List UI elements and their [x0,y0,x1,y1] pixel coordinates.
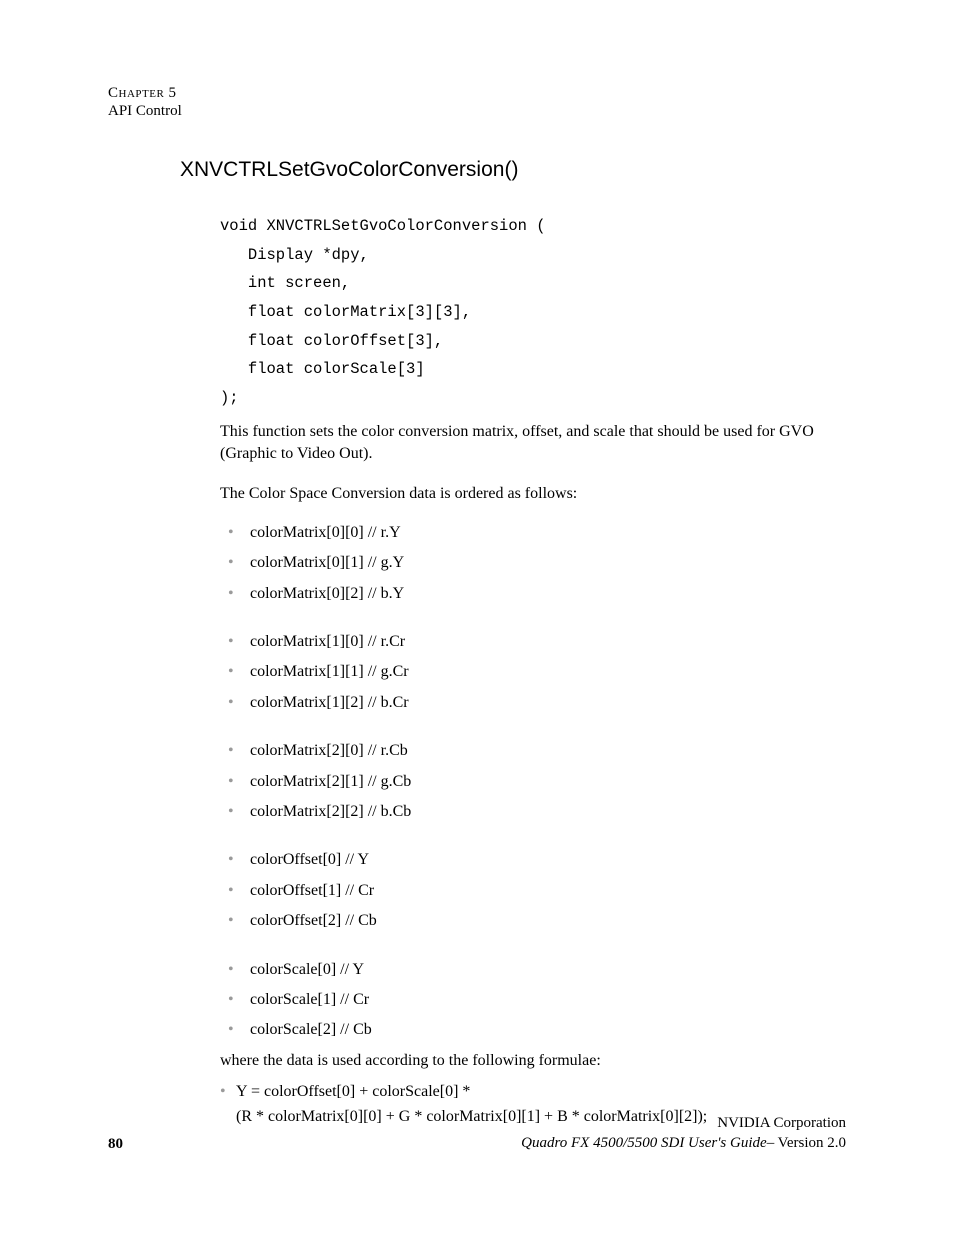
bullet-group-2: colorMatrix[2][0] // r.Cb colorMatrix[2]… [220,742,850,821]
list-item: colorScale[2] // Cb [220,1021,850,1039]
list-item: colorMatrix[0][2] // b.Y [220,585,850,603]
gap [180,615,850,633]
list-item: colorMatrix[1][2] // b.Cr [220,694,850,712]
bullet-group-1: colorMatrix[1][0] // r.Cr colorMatrix[1]… [220,633,850,712]
gap [180,724,850,742]
bullet-group-3: colorOffset[0] // Y colorOffset[1] // Cr… [220,851,850,930]
list-item: colorOffset[0] // Y [220,851,850,869]
chapter-label: Chapter 5 [108,84,182,102]
section-title: XNVCTRLSetGvoColorConversion() [180,158,850,182]
list-item: colorScale[1] // Cr [220,991,850,1009]
list-item: colorMatrix[2][0] // r.Cb [220,742,850,760]
where-text: where the data is used according to the … [220,1052,850,1070]
page-number: 80 [108,1136,123,1152]
list-item: colorMatrix[2][1] // g.Cb [220,773,850,791]
paragraph-2: The Color Space Conversion data is order… [220,483,850,505]
footer: 80 NVIDIA Corporation Quadro FX 4500/550… [108,1136,846,1153]
list-item: colorMatrix[2][2] // b.Cb [220,803,850,821]
footer-right: NVIDIA Corporation Quadro FX 4500/5500 S… [521,1114,846,1153]
code-block: void XNVCTRLSetGvoColorConversion ( Disp… [220,212,850,413]
bullet-group-0: colorMatrix[0][0] // r.Y colorMatrix[0][… [220,524,850,603]
page: Chapter 5 API Control XNVCTRLSetGvoColor… [0,0,954,1235]
paragraph-1: This function sets the color conversion … [220,421,850,466]
list-item: colorScale[0] // Y [220,961,850,979]
list-item: colorOffset[2] // Cb [220,912,850,930]
gap [180,833,850,851]
footer-guide-line: Quadro FX 4500/5500 SDI User's Guide– Ve… [521,1134,846,1154]
gap [180,943,850,961]
bullet-group-4: colorScale[0] // Y colorScale[1] // Cr c… [220,961,850,1040]
running-head: Chapter 5 API Control [108,84,182,120]
footer-version: – Version 2.0 [767,1135,846,1151]
list-item: colorOffset[1] // Cr [220,882,850,900]
footer-guide: Quadro FX 4500/5500 SDI User's Guide [521,1135,767,1151]
content: XNVCTRLSetGvoColorConversion() void XNVC… [180,158,850,1129]
formula-line-1: Y = colorOffset[0] + colorScale[0] * [236,1083,470,1100]
list-item: colorMatrix[0][0] // r.Y [220,524,850,542]
list-item: colorMatrix[0][1] // g.Y [220,554,850,572]
list-item: colorMatrix[1][0] // r.Cr [220,633,850,651]
section-label: API Control [108,102,182,120]
footer-corp: NVIDIA Corporation [521,1114,846,1134]
list-item: colorMatrix[1][1] // g.Cr [220,663,850,681]
